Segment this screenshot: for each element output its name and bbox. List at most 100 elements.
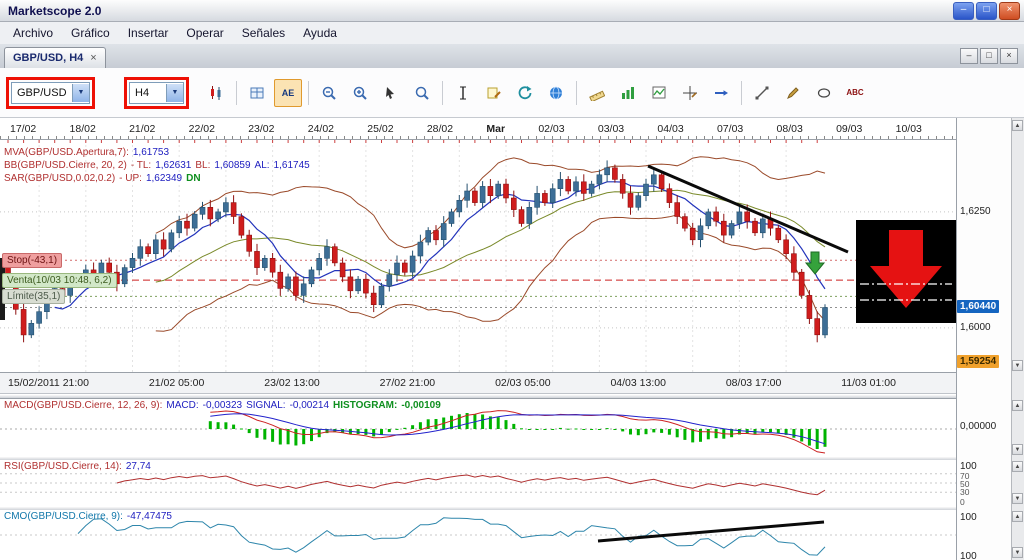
date-tick: 24/02 (307, 122, 335, 135)
mdi-maximize-button[interactable]: □ (980, 48, 998, 64)
toolbar-separator (442, 80, 443, 105)
sell-order-label[interactable]: Venta(10/03 10:48, 6,2) (2, 273, 117, 288)
legend-sar: SAR(GBP/USD,0.02,0.2) - UP: 1,62349 DN (4, 173, 201, 184)
time-tick: 04/03 13:00 (610, 377, 666, 389)
menu-ayuda[interactable]: Ayuda (294, 24, 346, 42)
menu-senales[interactable]: Señales (233, 24, 294, 42)
mdi-window-buttons: – □ × (960, 48, 1018, 64)
mdi-minimize-button[interactable]: – (960, 48, 978, 64)
macd-zero-label: 0,00000 (960, 421, 997, 432)
date-tick: 07/03 (716, 122, 744, 135)
time-tick: 02/03 05:00 (495, 377, 551, 389)
abc-text-icon[interactable]: ABC (841, 79, 869, 107)
cmo-panel[interactable]: CMO(GBP/USD.Cierre, 9): -47,47475 (0, 510, 956, 560)
scroll-down-button[interactable]: ▼ (1012, 360, 1023, 371)
time-axis: 15/02/2011 21:00 21/02 05:00 23/02 13:00… (0, 372, 956, 394)
time-tick: 23/02 13:00 (264, 377, 320, 389)
date-tick: 03/03 (597, 122, 625, 135)
trendline-tool-icon[interactable] (748, 79, 776, 107)
magnifier-icon[interactable] (408, 79, 436, 107)
symbol-value: GBP/USD (17, 86, 67, 99)
close-button[interactable]: × (999, 1, 1020, 20)
tab-gbpusd-h4[interactable]: GBP/USD, H4 × (4, 47, 106, 68)
toolbar-separator (576, 80, 577, 105)
toolbar: GBP/USD ▼ H4 ▼ AE ABC (0, 68, 1024, 118)
title-bar: Marketscope 2.0 – □ × (0, 0, 1024, 22)
stop-order-label[interactable]: Stop(-43,1) (2, 253, 63, 268)
ae-button[interactable]: AE (274, 78, 302, 107)
menu-archivo[interactable]: Archivo (4, 24, 62, 42)
green-bars-icon[interactable] (614, 79, 642, 107)
scroll-down-button[interactable]: ▼ (1012, 493, 1023, 504)
price-label-upper: 1,6250 (960, 206, 991, 217)
symbol-annotation-box: GBP/USD ▼ (6, 76, 95, 109)
tab-label: GBP/USD, H4 (13, 52, 84, 64)
tab-bar: GBP/USD, H4 × – □ × (0, 44, 1024, 69)
time-tick: 27/02 21:00 (379, 377, 436, 389)
scroll-up-button[interactable]: ▲ (1012, 120, 1023, 131)
scroll-down-button[interactable]: ▼ (1012, 547, 1023, 558)
date-tick: 10/03 (895, 122, 922, 135)
chevron-down-icon[interactable]: ▼ (72, 83, 89, 102)
window-title: Marketscope 2.0 (8, 3, 102, 18)
tab-close-icon[interactable]: × (90, 52, 96, 64)
date-tick: 28/02 (426, 122, 454, 135)
price-axis-column: 1,6250 1,60440 1,6000 1,59254 0,00000 10… (956, 118, 1013, 560)
refresh-icon[interactable] (511, 79, 539, 107)
scroll-up-button[interactable]: ▲ (1012, 400, 1023, 411)
macd-panel[interactable]: MACD(GBP/USD.Cierre, 12, 26, 9): MACD: -0,… (0, 399, 956, 456)
ruler-icon[interactable] (583, 79, 611, 107)
band-price-badge: 1,59254 (957, 355, 1000, 368)
chart-window-icon[interactable] (645, 79, 673, 107)
date-tick: 02/03 (538, 122, 565, 135)
minimize-button[interactable]: – (953, 1, 974, 20)
legend-bollinger: BB(GBP/USD.Cierre, 20, 2) - TL: 1,62631 BL:… (4, 160, 310, 171)
menu-grafico[interactable]: Gráfico (62, 24, 119, 42)
hline-tool-icon[interactable] (707, 79, 735, 107)
menu-insertar[interactable]: Insertar (119, 24, 178, 42)
chart-legend: MVA(GBP/USD.Apertura,7): 1,61753 BB(GBP/U… (4, 146, 314, 185)
date-tick: 25/02 (367, 122, 394, 135)
cmo-header: CMO(GBP/USD.Cierre, 9): -47,47475 (4, 511, 172, 522)
price-label-lower: 1,6000 (960, 322, 991, 333)
scroll-up-button[interactable]: ▲ (1012, 511, 1023, 522)
zoom-out-icon[interactable] (315, 79, 343, 107)
time-tick: 15/02/2011 21:00 (8, 377, 89, 389)
date-tick: 08/03 (776, 122, 803, 135)
legend-mva: MVA(GBP/USD.Apertura,7): 1,61753 (4, 147, 170, 158)
date-tick: 21/02 (129, 122, 156, 135)
toolbar-separator (741, 80, 742, 105)
symbol-combobox[interactable]: GBP/USD ▼ (11, 81, 90, 104)
menu-operar[interactable]: Operar (177, 24, 232, 42)
toolbar-separator (236, 80, 237, 105)
main-chart[interactable]: MVA(GBP/USD.Apertura,7): 1,61753 BB(GBP/U… (0, 140, 956, 372)
mdi-close-button[interactable]: × (1000, 48, 1018, 64)
period-combobox[interactable]: H4 ▼ (129, 81, 184, 104)
period-value: H4 (135, 86, 150, 99)
date-tick: 17/02 (10, 122, 37, 135)
macd-header: MACD(GBP/USD.Cierre, 12, 26, 9): MACD: -0,… (4, 400, 441, 411)
zoom-in-icon[interactable] (346, 79, 374, 107)
rsi-panel[interactable]: RSI(GBP/USD.Cierre, 14): 27,74 (0, 460, 956, 506)
maximize-button[interactable]: □ (976, 1, 997, 20)
chevron-down-icon[interactable]: ▼ (166, 83, 183, 102)
date-tick: Mar (486, 122, 506, 135)
ellipse-tool-icon[interactable] (810, 79, 838, 107)
scroll-up-button[interactable]: ▲ (1012, 461, 1023, 472)
time-tick: 11/03 01:00 (841, 377, 896, 389)
table-grid-icon[interactable] (243, 79, 271, 107)
candlestick-chart-icon[interactable] (202, 79, 230, 107)
vertical-cursor-icon[interactable] (449, 79, 477, 107)
pointer-icon[interactable] (377, 79, 405, 107)
cmo-level-top: 100 (960, 512, 977, 523)
pencil-tool-icon[interactable] (779, 79, 807, 107)
rsi-level-30: 30 (960, 487, 970, 497)
scrollbar-rail[interactable]: ▲ ▼ ▲ ▼ ▲ ▼ ▲ ▼ (1011, 118, 1024, 560)
date-axis: 17/02 18/02 21/02 22/02 23/02 24/02 25/0… (0, 118, 956, 140)
limit-order-label[interactable]: Límite(35,1) (2, 289, 66, 304)
globe-icon[interactable] (542, 79, 570, 107)
toolbar-separator (308, 80, 309, 105)
scroll-down-button[interactable]: ▼ (1012, 444, 1023, 455)
crosshair-tool-icon[interactable] (676, 79, 704, 107)
note-pencil-icon[interactable] (480, 79, 508, 107)
